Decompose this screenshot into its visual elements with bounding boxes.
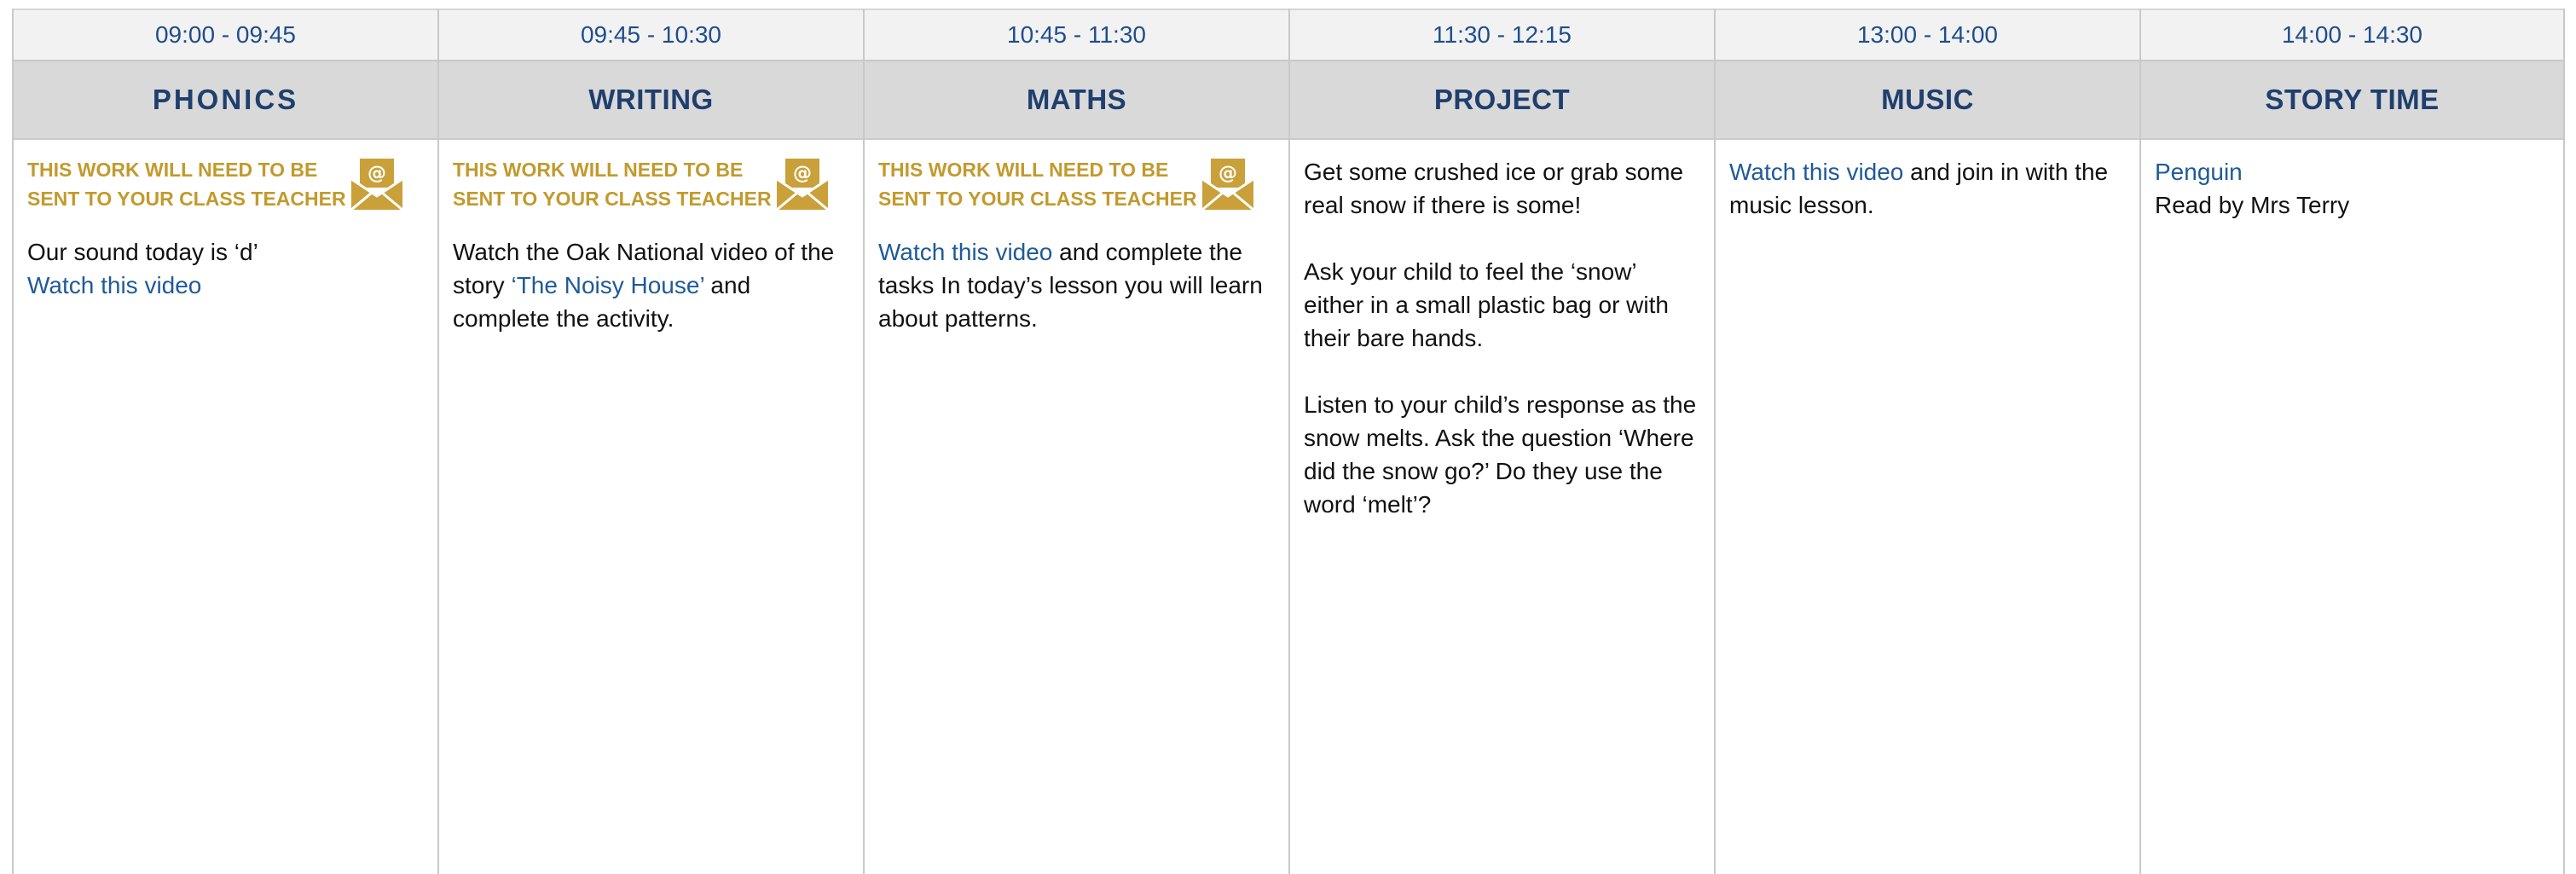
column-phonics: 09:00 - 09:45 PHONICS THIS WORK WILL NEE…	[12, 9, 437, 874]
lesson-cell: Get some crushed ice or grab some real s…	[1290, 140, 1714, 521]
time-slot: 11:30 - 12:15	[1290, 9, 1714, 61]
subject-heading: MUSIC	[1716, 61, 2139, 140]
subject-heading: STORY TIME	[2141, 61, 2563, 140]
lesson-cell: THIS WORK WILL NEED TO BE SENT TO YOUR C…	[439, 140, 863, 335]
subject-heading: WRITING	[439, 61, 863, 140]
notice-line: SENT TO YOUR CLASS TEACHER	[878, 188, 1197, 210]
envelope-at-icon: @	[1201, 159, 1254, 210]
lesson-cell: THIS WORK WILL NEED TO BE SENT TO YOUR C…	[865, 140, 1288, 335]
svg-text:@: @	[793, 163, 812, 184]
notice-line: THIS WORK WILL NEED TO BE	[878, 159, 1169, 181]
lesson-cell: Watch this video and join in with the mu…	[1716, 140, 2139, 222]
noisy-house-link[interactable]: ‘The Noisy House’	[511, 272, 703, 298]
time-slot: 10:45 - 11:30	[865, 9, 1288, 61]
notice-line: SENT TO YOUR CLASS TEACHER	[453, 188, 772, 210]
send-to-teacher-notice: THIS WORK WILL NEED TO BE SENT TO YOUR C…	[878, 155, 1275, 213]
lesson-text: Our sound today is ‘d’	[27, 239, 258, 265]
time-slot: 14:00 - 14:30	[2141, 9, 2563, 61]
svg-text:@: @	[368, 163, 386, 184]
svg-text:@: @	[1219, 163, 1237, 184]
time-slot: 13:00 - 14:00	[1716, 9, 2139, 61]
lesson-text: Watch this video and join in with the mu…	[1729, 155, 2126, 222]
envelope-at-icon: @	[350, 159, 403, 210]
watch-video-link[interactable]: Watch this video	[1729, 159, 1903, 185]
notice-text: THIS WORK WILL NEED TO BE SENT TO YOUR C…	[878, 155, 1197, 213]
column-project: 11:30 - 12:15 PROJECT Get some crushed i…	[1288, 9, 1714, 874]
time-slot: 09:45 - 10:30	[439, 9, 863, 61]
envelope-at-icon: @	[776, 159, 829, 210]
column-writing: 09:45 - 10:30 WRITING THIS WORK WILL NEE…	[437, 9, 863, 874]
lesson-text: Watch the Oak National video of the stor…	[453, 235, 849, 335]
notice-text: THIS WORK WILL NEED TO BE SENT TO YOUR C…	[27, 155, 346, 213]
column-music: 13:00 - 14:00 MUSIC Watch this video and…	[1714, 9, 2139, 874]
send-to-teacher-notice: THIS WORK WILL NEED TO BE SENT TO YOUR C…	[27, 155, 424, 213]
subject-heading: PHONICS	[14, 61, 437, 140]
project-paragraph: Get some crushed ice or grab some real s…	[1304, 159, 1684, 218]
story-reader: Read by Mrs Terry	[2155, 192, 2350, 218]
send-to-teacher-notice: THIS WORK WILL NEED TO BE SENT TO YOUR C…	[453, 155, 849, 213]
watch-video-link[interactable]: Watch this video	[27, 269, 424, 302]
column-story-time: 14:00 - 14:30 STORY TIME Penguin Read by…	[2139, 9, 2565, 874]
notice-text: THIS WORK WILL NEED TO BE SENT TO YOUR C…	[453, 155, 772, 213]
notice-line: SENT TO YOUR CLASS TEACHER	[27, 188, 346, 210]
project-paragraph: Ask your child to feel the ‘snow’ either…	[1304, 258, 1669, 351]
lesson-cell: THIS WORK WILL NEED TO BE SENT TO YOUR C…	[14, 140, 437, 302]
time-slot: 09:00 - 09:45	[14, 9, 437, 61]
subject-heading: PROJECT	[1290, 61, 1714, 140]
column-maths: 10:45 - 11:30 MATHS THIS WORK WILL NEED …	[863, 9, 1288, 874]
subject-heading: MATHS	[865, 61, 1288, 140]
lesson-cell: Penguin Read by Mrs Terry	[2141, 140, 2563, 222]
project-paragraph: Listen to your child’s response as the s…	[1304, 391, 1697, 518]
notice-line: THIS WORK WILL NEED TO BE	[27, 159, 318, 181]
lesson-text: Watch this video and complete the tasks …	[878, 235, 1275, 335]
watch-video-link[interactable]: Watch this video	[878, 239, 1052, 265]
notice-line: THIS WORK WILL NEED TO BE	[453, 159, 744, 181]
timetable: 09:00 - 09:45 PHONICS THIS WORK WILL NEE…	[12, 9, 2565, 874]
penguin-story-link[interactable]: Penguin	[2155, 155, 2550, 188]
